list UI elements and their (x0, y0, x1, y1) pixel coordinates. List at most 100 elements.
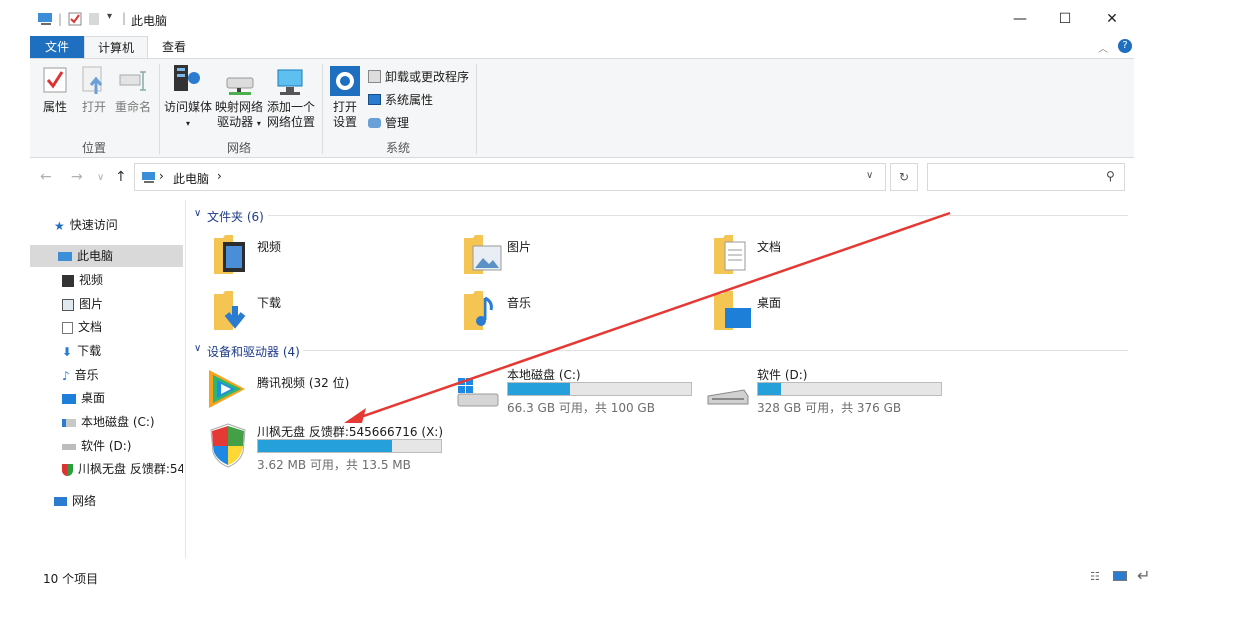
section-title-folders[interactable]: 文件夹 (6) (207, 208, 264, 225)
access-media-button[interactable]: 访问媒体 ▾ (163, 100, 213, 131)
collapse-chevron-icon[interactable]: ∨ (194, 208, 201, 219)
sidebar-item-downloads[interactable]: ⬇ 下载 (30, 340, 183, 362)
status-item-count: 10 个项目 (43, 572, 99, 586)
dropdown-arrow-icon: ▾ (185, 119, 190, 128)
tencent-video-icon[interactable] (203, 366, 249, 412)
customize-toolbar-icon[interactable]: ▾ (107, 11, 112, 22)
shield-drive-x-icon[interactable] (208, 422, 248, 468)
help-icon[interactable]: ? (1118, 39, 1132, 53)
tab-computer[interactable]: 计算机 (84, 36, 148, 59)
search-icon: ⚲ (1106, 169, 1115, 183)
rename-button[interactable]: 重命名 (112, 100, 154, 115)
sidebar-item-drive-d[interactable]: 软件 (D:) (30, 435, 183, 457)
properties-quick-icon[interactable] (68, 12, 82, 26)
sidebar-divider (185, 200, 186, 558)
group-label-location: 位置 (81, 141, 106, 155)
map-drive-icon (226, 77, 254, 95)
collapse-ribbon-icon[interactable]: ︿ (1098, 40, 1108, 55)
add-location-label-1: 添加一个 (266, 100, 315, 114)
group-label-network: 网络 (226, 141, 251, 155)
sidebar-item-documents[interactable]: 文档 (30, 316, 183, 338)
sidebar-item-this-pc[interactable]: 此电脑 (30, 245, 183, 267)
breadcrumb-separator[interactable]: › (159, 169, 164, 183)
shield-icon (62, 463, 73, 476)
sidebar-item-videos[interactable]: 视频 (30, 269, 183, 291)
document-icon (62, 321, 73, 334)
breadcrumb-separator[interactable]: › (217, 169, 222, 183)
map-network-drive-button[interactable]: 映射网络 驱动器 ▾ (214, 100, 264, 131)
folder-videos-label[interactable]: 视频 (257, 238, 281, 255)
sidebar-item-label: 网络 (72, 494, 97, 508)
recent-locations-icon[interactable]: ∨ (97, 172, 104, 183)
access-media-label: 访问媒体 (163, 100, 212, 114)
manage-label: 管理 (385, 116, 410, 130)
computer-icon (38, 13, 52, 25)
sidebar-item-quick-access[interactable]: ★ 快速访问 (30, 214, 183, 236)
music-icon: ♪ (62, 368, 70, 383)
folder-downloads-label[interactable]: 下载 (257, 294, 281, 311)
breadcrumb-this-pc[interactable]: 此电脑 (173, 170, 209, 187)
drive-x-usage-fill (258, 440, 392, 452)
open-button[interactable]: 打开 (78, 100, 110, 115)
collapse-chevron-icon[interactable]: ∨ (194, 343, 201, 354)
media-icon (174, 65, 200, 91)
add-network-location-button[interactable]: 添加一个 网络位置 (265, 100, 317, 130)
sidebar-item-label: 本地磁盘 (C:) (81, 415, 155, 429)
sidebar-item-drive-c[interactable]: 本地磁盘 (C:) (30, 411, 183, 433)
address-bar[interactable]: › 此电脑 › ∨ (134, 163, 886, 191)
up-arrow-icon[interactable]: ↑ (115, 169, 127, 185)
sidebar-item-label: 川枫无盘 反馈群:54 (78, 462, 183, 476)
section-title-devices[interactable]: 设备和驱动器 (4) (207, 343, 300, 360)
system-properties-icon (368, 94, 381, 105)
desktop-icon (62, 393, 76, 404)
star-icon: ★ (54, 218, 65, 233)
sidebar-item-desktop[interactable]: 桌面 (30, 387, 183, 409)
divider: | (122, 11, 127, 25)
forward-arrow-icon[interactable]: → (71, 169, 83, 185)
large-icons-view-icon[interactable] (1113, 571, 1127, 581)
sidebar-item-network-drive-x[interactable]: 川枫无盘 反馈群:54 (30, 458, 183, 480)
properties-button[interactable]: 属性 (38, 100, 72, 115)
dropdown-arrow-icon: ▾ (256, 119, 261, 128)
videos-folder-icon[interactable] (213, 234, 247, 276)
map-drive-label-2: 驱动器 (217, 115, 254, 129)
search-input[interactable]: ⚲ (927, 163, 1125, 191)
address-dropdown-icon[interactable]: ∨ (866, 170, 873, 181)
close-button[interactable]: ✕ (1097, 8, 1127, 30)
refresh-button[interactable]: ↻ (890, 163, 918, 191)
group-label-system: 系统 (385, 141, 410, 155)
uninstall-program-button[interactable]: 卸载或更改程序 (368, 68, 469, 85)
sidebar-item-label: 图片 (79, 297, 104, 311)
sidebar-item-music[interactable]: ♪ 音乐 (30, 364, 183, 386)
details-view-icon[interactable]: ☷ (1090, 570, 1100, 583)
sidebar-item-label: 音乐 (74, 368, 99, 382)
downloads-folder-icon[interactable] (213, 290, 249, 332)
drive-icon (62, 443, 76, 450)
properties-icon (43, 67, 67, 93)
group-separator (476, 64, 477, 154)
new-folder-quick-icon[interactable] (88, 12, 100, 26)
title-bar: | ▾ | 此电脑 — ☐ ✕ (0, 0, 1238, 38)
add-location-label-2: 网络位置 (266, 115, 315, 129)
open-settings-label-1: 打开 (332, 100, 357, 114)
video-icon (62, 274, 74, 287)
tab-view[interactable]: 查看 (150, 36, 198, 58)
computer-icon (58, 252, 72, 261)
back-arrow-icon[interactable]: ← (40, 169, 52, 185)
tab-file[interactable]: 文件 (30, 36, 84, 58)
maximize-button[interactable]: ☐ (1050, 8, 1080, 30)
divider: | (58, 12, 63, 26)
map-drive-label-1: 映射网络 (214, 100, 263, 114)
minimize-button[interactable]: — (1005, 8, 1035, 30)
sidebar-item-label: 下载 (77, 344, 102, 358)
manage-icon (368, 117, 381, 128)
drive-x-usage-bar (257, 439, 442, 453)
sidebar-item-pictures[interactable]: 图片 (30, 293, 183, 315)
sidebar-item-label: 快速访问 (69, 218, 118, 232)
sidebar-item-network[interactable]: 网络 (30, 490, 183, 512)
system-properties-button[interactable]: 系统属性 (368, 91, 433, 108)
drive-c-icon (62, 418, 76, 427)
open-settings-button[interactable]: 打开 设置 (328, 100, 362, 130)
manage-button[interactable]: 管理 (368, 114, 409, 131)
sidebar-item-label: 软件 (D:) (81, 439, 132, 453)
